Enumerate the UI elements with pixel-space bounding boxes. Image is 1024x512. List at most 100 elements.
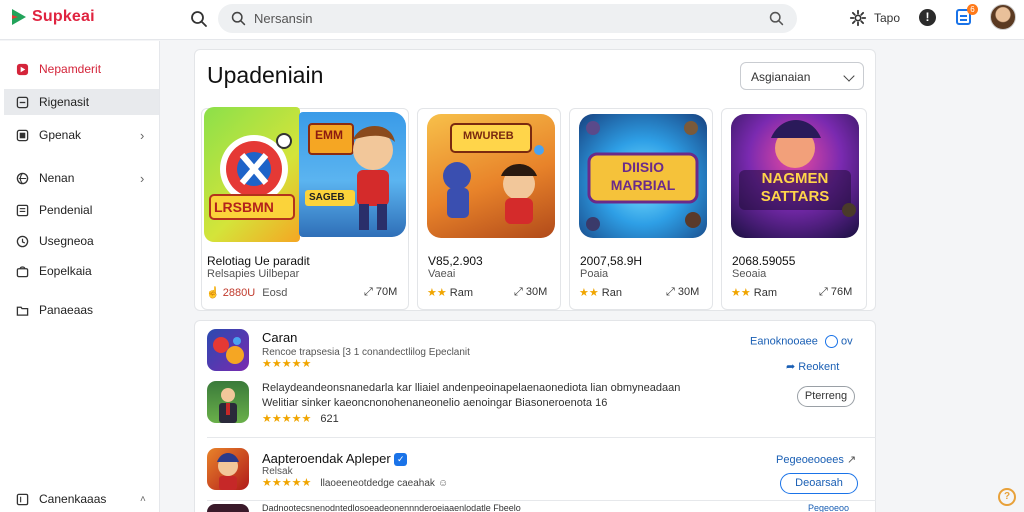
rating-count: 621 [320,413,339,425]
alert-icon[interactable]: ! [919,9,936,26]
app-name: Supkeai [32,8,95,25]
gear-icon[interactable] [849,9,867,27]
sidebar: Nepamderit Rigenasit Gpenak › Nenan › Pe… [0,41,160,512]
game-title[interactable]: 2007,58.9H [580,254,642,268]
library-icon [16,493,29,505]
list-item-description: Relaydeandeonsnanedarla kar lliaiel ande… [262,382,681,394]
chevron-down-icon [843,70,855,82]
verified-icon: ✓ [394,453,408,467]
game-rating: ☝ 2880U Eosd [206,286,287,299]
app-icon[interactable] [207,504,249,512]
list-item-description: Dadnootecsnenodntedlosoeadeonennnderoeia… [262,504,521,512]
game-subtitle: Poaia [580,268,609,280]
game-thumbnail[interactable]: NAGMEN SATTARS [731,114,859,238]
sidebar-item-usegneoa[interactable]: Usegneoa [0,228,160,254]
app-icon-art [217,453,239,490]
list-action-link[interactable]: Eanoknooaee ov [750,335,853,348]
game-rating: ★★ Ram [731,286,777,299]
divider [207,500,876,501]
game-subtitle: Vaeai [428,268,456,280]
sidebar-item-eopelkaia[interactable]: Eopelkaia [0,258,160,284]
download-icon: ⤢ [666,286,675,298]
stars-icon: ★★★★★ [262,477,312,489]
doc-icon [16,204,29,216]
sidebar-footer[interactable]: Canenkaaas ˄ [0,486,160,512]
stars-icon: ★★ [427,287,447,299]
list-item-meta: llaoeeneotdedge caeahak [320,478,435,489]
game-title[interactable]: Relotiag Ue paradit [207,254,310,268]
download-icon: ⤢ [819,286,828,298]
grid-icon [16,129,29,141]
sidebar-item-label: Pendenial [39,203,93,217]
secondary-button[interactable]: Pterreng [797,386,855,407]
rating-stars: ★★★★★ llaoeeneotdedge caeahak ☺ [262,476,448,489]
avatar[interactable] [990,4,1016,30]
download-icon: ⤢ [514,286,523,298]
sidebar-item-rigenasit[interactable]: Rigenasit [4,89,159,115]
dropdown-value: Asgianaian [751,70,811,84]
list-action-link[interactable]: Pegeoeoo [808,504,849,512]
chevron-right-icon: › [140,170,145,186]
sidebar-item-label: Rigenasit [39,95,90,109]
app-icon[interactable] [207,448,249,490]
list-item-title[interactable]: Aapteroendak Apleper ✓ [262,451,408,467]
downloads-value: 30M [677,286,700,298]
action-link-label: Eanoknooaee [750,335,818,348]
chevron-right-icon: › [140,127,145,143]
action-link-label: Pegeoeooees [776,454,844,466]
rating-stars: ★★★★★ 621 [262,412,339,425]
search-icon [231,11,246,26]
game-thumbnail[interactable]: EMM SAGEB [299,112,406,237]
game-art [209,133,295,220]
rating-value: 2880U [222,287,256,299]
notification-badge: 6 [967,4,978,15]
search-input[interactable] [254,8,734,29]
game-thumbnail[interactable]: DIISIO MARBIAL [579,114,707,238]
play-icon [16,63,29,75]
rating-label: Eosd [262,287,288,299]
sidebar-item-label: Nenan [39,171,75,185]
clock-icon [16,235,29,247]
rating-label: Ram [753,287,778,299]
downloads-value: 76M [830,286,853,298]
sidebar-footer-label: Canenkaaas [39,492,107,506]
app-icon[interactable] [207,329,249,371]
sidebar-item-gpenak[interactable]: Gpenak › [0,122,160,148]
sidebar-item-pendenial[interactable]: Pendenial [0,197,160,223]
sidebar-item-label: Nepamderit [39,62,102,76]
stars-icon: ★★★★★ [262,413,312,425]
action-extra: ov [841,335,853,348]
thumbs-up-icon: ☝ [206,287,220,299]
install-link[interactable]: ➦ Reokent [786,360,839,373]
list-item-description: Welitiar sinker kaeoncnonohenaneonelio a… [262,397,607,409]
rating-label: Ran [601,287,622,299]
folder-icon [16,306,29,316]
game-thumbnail[interactable]: MWUREB [427,114,555,238]
list-action-link[interactable]: Pegeoeooees ↗ [776,453,856,466]
downloads: ⤢ 76M [819,286,852,299]
top-label[interactable]: Tapo [874,11,900,25]
description-line: Welitiar sinker kaeoncnonohenaneonelio a… [262,397,608,409]
sidebar-item-nepamderit[interactable]: Nepamderit [0,56,160,82]
help-icon[interactable]: ? [998,488,1016,506]
sort-dropdown[interactable]: Asgianaian [740,62,864,90]
list-item-title[interactable]: Caran [262,330,297,345]
sidebar-item-label: Usegneoa [39,234,94,248]
game-thumbnail[interactable]: LRSBMN [204,107,300,242]
primary-button[interactable]: Deoarsah [780,473,858,494]
game-thumb-text: NAGMEN SATTARS [760,170,830,205]
globe-icon [16,172,29,184]
rating-label: Ram [449,287,474,299]
chevron-up-icon: ˄ [140,493,146,505]
game-title[interactable]: 2068.59055 [732,254,795,268]
search-submit-icon[interactable] [768,10,785,27]
search-bar[interactable] [218,4,797,33]
app-icon-art [213,337,244,364]
search-icon[interactable] [189,9,209,29]
sidebar-item-panaeaas[interactable]: Panaeaas [0,297,160,323]
game-title[interactable]: V85,2.903 [428,254,483,268]
emoji-icon: ☺ [437,478,449,489]
app-icon[interactable] [207,381,249,423]
sidebar-item-nenan[interactable]: Nenan › [0,165,160,191]
app-logo[interactable]: Supkeai [12,8,95,26]
